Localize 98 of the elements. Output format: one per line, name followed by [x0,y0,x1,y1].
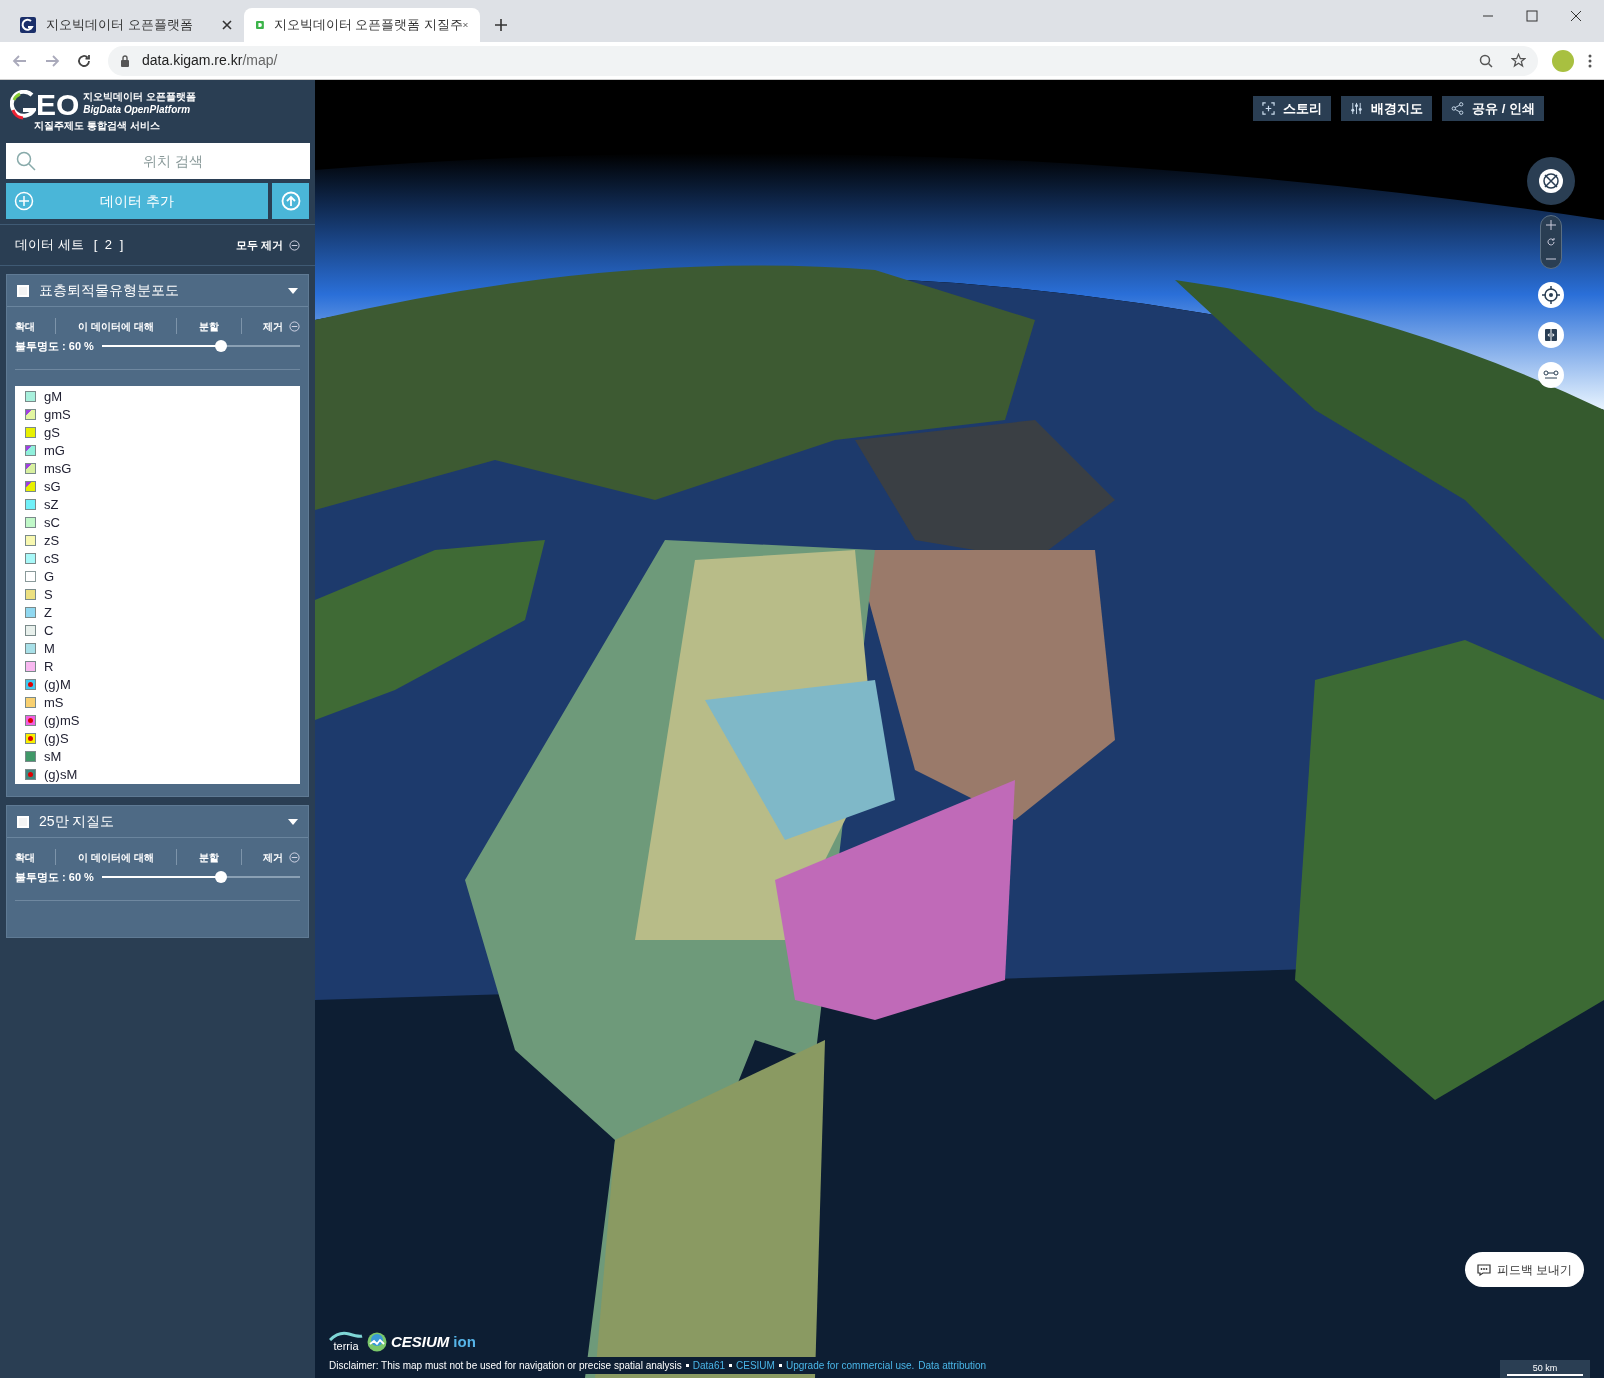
legend-label: (g)mS [44,713,80,727]
split-view-icon[interactable] [1538,322,1564,348]
opacity-label: 불투명도 : 60 % [15,338,94,354]
legend-label: sM [44,749,62,763]
feedback-button[interactable]: 피드백 보내기 [1464,1252,1584,1287]
plus-circle-icon [14,191,34,211]
minus-circle-icon[interactable] [289,320,300,332]
attribution-link[interactable]: CESIUM [736,1358,775,1373]
layer-action-link[interactable]: 확대 [15,318,35,334]
site-logo-icon [20,17,36,33]
attribution-link[interactable]: Upgrade for commercial use. [785,1358,915,1373]
reset-icon[interactable] [1546,237,1556,247]
maximize-icon[interactable] [1526,10,1538,22]
search-icon [16,151,36,171]
layer-action-link[interactable]: 이 데이터에 대해 [78,318,154,334]
legend-label: gS [44,425,60,439]
legend-label: mG [44,443,65,457]
layer-action-link[interactable]: 분할 [199,318,219,334]
legend-label: (g)M [44,677,71,691]
legend-label: mS [44,695,64,709]
chat-icon [1476,1263,1491,1276]
legend-label: gmS [44,407,71,421]
ion-wordmark: ion [453,1332,476,1352]
compass-icon[interactable] [1526,156,1576,206]
slider-thumb[interactable] [214,340,227,352]
close-window-icon[interactable] [1570,10,1582,22]
layer-action-link[interactable]: 제거 [263,849,283,865]
layer-action-link[interactable]: 분할 [199,849,219,865]
opacity-slider[interactable] [101,871,300,883]
close-icon[interactable] [222,20,232,30]
legend-label: S [44,587,53,601]
url-host: data.kigam.re.kr [142,51,243,70]
cesium-logo-icon [367,1332,387,1352]
minus-circle-icon[interactable] [289,239,300,251]
dataset-count: [ 2 ] [93,236,126,255]
legend-label: zS [44,533,60,547]
disclaimer-text: Disclaimer: This map must not be used for navigation or precise spatial analysis [329,1359,682,1373]
logo-subtitle: BigData OpenPlatform [83,103,192,116]
logo-swirl-icon [10,90,36,120]
attribution-link[interactable]: Data61 [692,1358,725,1373]
terria-wordmark: terria [333,1341,359,1352]
terria-wave-icon [329,1331,363,1341]
zoom-icon[interactable] [1479,53,1493,68]
caret-icon[interactable] [288,287,298,294]
scale-bar: 50 km [1500,1360,1590,1378]
opacity-slider[interactable] [101,340,300,352]
legend-label: M [44,641,55,655]
share-icon [1451,102,1465,115]
legend-label: gM [44,389,63,403]
layer-checkbox[interactable] [17,284,29,297]
legend-label: (g)sM [44,767,78,781]
slider-thumb[interactable] [214,871,227,883]
layer-action-link[interactable]: 제거 [263,318,283,334]
legend-label: sC [44,515,60,529]
dataset-title: 표층퇴적물유형분포도 [39,281,179,300]
map-toolbar-button[interactable]: 스토리 [1253,96,1332,121]
service-name: 지질주제도 통합검색 서비스 [34,119,161,133]
layer-checkbox[interactable] [17,815,29,828]
reload-icon[interactable] [76,52,92,69]
lock-icon [120,54,130,67]
dataset-title: 25만 지질도 [39,812,115,831]
upload-icon [280,191,301,211]
legend-label: C [44,623,54,637]
tab-title: 지오빅데이터 오픈플랫폼 지질주 [273,16,464,35]
browser-tab[interactable]: 지오빅데이터 오픈플랫폼 지질주 [244,8,480,42]
sliders-icon [1350,102,1364,115]
legend-label: R [44,659,54,673]
opacity-label: 불투명도 : 60 % [15,869,94,885]
tab-title: 지오빅데이터 오픈플랫폼 [46,16,193,35]
dataset-heading: 데이터 세트 [15,236,84,255]
remove-all-link[interactable]: 모두 제거 [235,236,283,254]
legend-label: sZ [44,497,59,511]
star-icon[interactable] [1511,53,1526,68]
legend-label: msG [44,461,72,475]
map-toolbar-button[interactable]: 배경지도 [1341,96,1433,121]
legend-label: Z [44,605,52,619]
caret-icon[interactable] [288,818,298,825]
url-path: /map/ [242,51,278,70]
story-frame-icon [1262,102,1276,115]
legend-label: G [44,569,55,583]
legend-label: sG [44,479,61,493]
logo-title: 지오빅데이터 오픈플랫폼 [83,90,197,103]
minus-circle-icon[interactable] [289,851,300,863]
map-toolbar-button[interactable]: 공유 / 인쇄 [1442,96,1544,121]
layer-action-link[interactable]: 이 데이터에 대해 [78,849,154,865]
new-tab-icon[interactable] [494,18,508,32]
address-field[interactable]: data.kigam.re.kr/map/ [108,45,1538,76]
legend-label: (g)S [44,731,69,745]
menu-icon[interactable] [1588,53,1592,68]
locate-icon[interactable] [1538,282,1564,308]
zoom-in-icon[interactable] [1546,220,1556,230]
legend-label: cS [44,551,60,565]
location-search-field[interactable]: 위치 검색 [6,143,310,179]
measure-icon[interactable] [1538,362,1564,388]
logo-wordmark: EO [36,90,80,120]
attribution-link[interactable]: Data attribution [918,1358,987,1373]
layer-action-link[interactable]: 확대 [15,849,35,865]
cesium-wordmark: CESIUM [391,1332,450,1352]
